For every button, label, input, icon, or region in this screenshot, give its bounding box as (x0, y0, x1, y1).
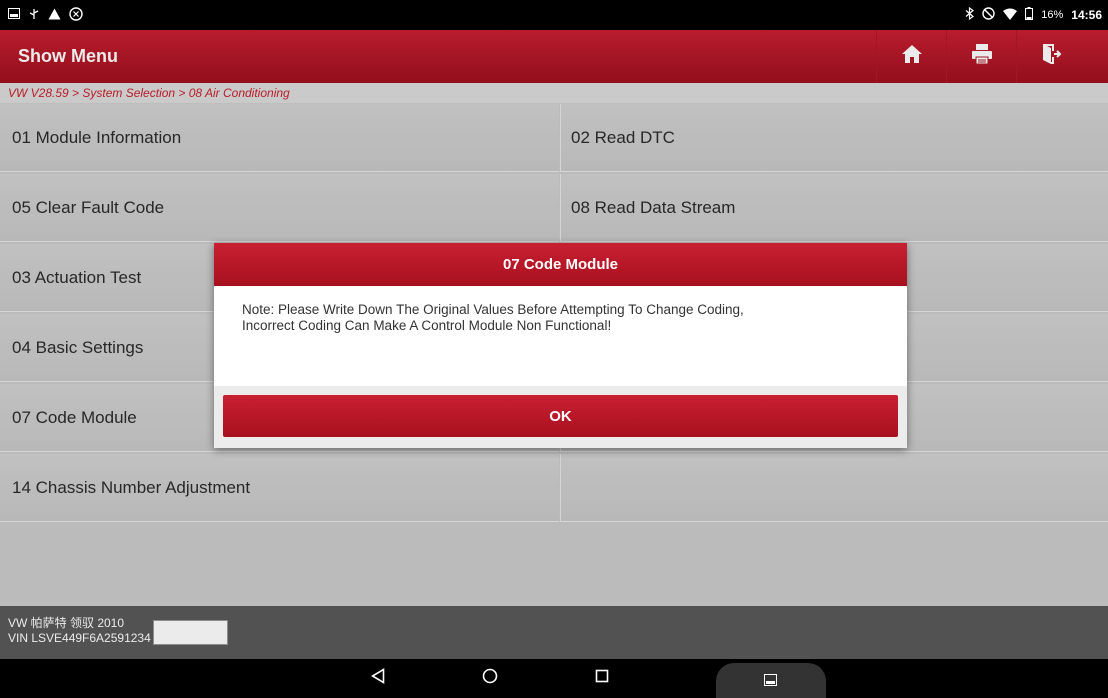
square-icon (595, 669, 609, 688)
home-nav-button[interactable] (475, 659, 505, 698)
back-button[interactable] (363, 659, 393, 698)
dialog-footer: OK (214, 386, 907, 448)
gallery-icon (764, 673, 777, 691)
battery-icon (1025, 7, 1034, 23)
status-bar: 16% 14:56 (0, 0, 1108, 30)
warning-icon (48, 8, 61, 23)
android-nav-bar (0, 659, 1108, 698)
dialog-message: Note: Please Write Down The Original Val… (242, 302, 744, 333)
bluetooth-icon (965, 6, 975, 23)
clock: 14:56 (1071, 8, 1102, 22)
do-not-disturb-icon (982, 7, 995, 23)
circle-icon (482, 668, 498, 689)
status-bar-right: 16% 14:56 (965, 6, 1102, 23)
dialog-title: 07 Code Module (214, 243, 907, 286)
back-icon (370, 668, 385, 689)
battery-percent: 16% (1041, 9, 1064, 21)
usb-icon (28, 8, 40, 23)
recents-button[interactable] (587, 659, 617, 698)
code-module-dialog: 07 Code Module Note: Please Write Down T… (214, 243, 907, 448)
android-debug-icon (69, 6, 83, 24)
status-bar-left (8, 6, 83, 24)
screenshot-pill[interactable] (716, 663, 826, 698)
gallery-icon (8, 8, 20, 22)
wifi-icon (1003, 8, 1018, 23)
ok-button[interactable]: OK (223, 395, 898, 437)
